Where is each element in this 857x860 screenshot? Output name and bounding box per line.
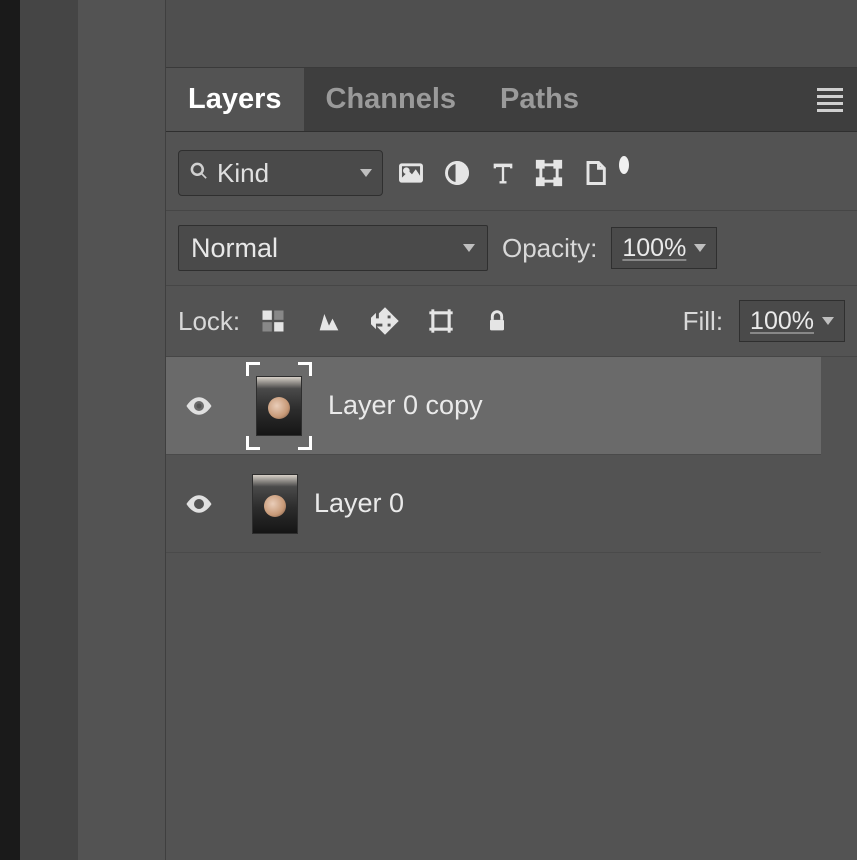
tab-paths[interactable]: Paths xyxy=(478,68,601,131)
visibility-eye-icon[interactable] xyxy=(184,391,214,421)
lock-image-pixels-icon[interactable] xyxy=(312,304,346,338)
lock-all-icon[interactable] xyxy=(480,304,514,338)
tab-layers-label: Layers xyxy=(188,83,282,116)
fill-label: Fill: xyxy=(683,306,723,337)
opacity-input[interactable]: 100% xyxy=(611,227,717,269)
tab-paths-label: Paths xyxy=(500,83,579,116)
toggle-knob-icon xyxy=(619,156,629,174)
panel-tabs: Layers Channels Paths xyxy=(166,68,857,132)
panel-menu-icon[interactable] xyxy=(817,88,857,112)
filter-kind-value: Kind xyxy=(217,158,352,189)
opacity-value: 100% xyxy=(622,234,686,263)
layers-panel: Layers Channels Paths Kind xyxy=(166,0,857,860)
layer-thumbnail[interactable] xyxy=(246,362,312,450)
layer-name-label[interactable]: Layer 0 xyxy=(314,488,404,519)
chevron-down-icon xyxy=(694,244,706,252)
lock-position-icon[interactable] xyxy=(368,304,402,338)
layers-list: Layer 0 copy Layer 0 xyxy=(166,357,857,553)
filter-pixel-layers-icon[interactable] xyxy=(393,155,429,191)
chevron-down-icon xyxy=(822,317,834,325)
lock-icons-group xyxy=(256,304,514,338)
blend-mode-dropdown[interactable]: Normal xyxy=(178,225,488,271)
lock-row: Lock: Fill: 1 xyxy=(166,286,857,357)
layer-row[interactable]: Layer 0 xyxy=(166,455,821,553)
fill-input[interactable]: 100% xyxy=(739,300,845,342)
visibility-eye-icon[interactable] xyxy=(184,489,214,519)
opacity-label: Opacity: xyxy=(502,233,597,264)
fill-value: 100% xyxy=(750,307,814,336)
blend-mode-value: Normal xyxy=(191,233,278,264)
window-edge-strip xyxy=(0,0,20,860)
lock-artboard-icon[interactable] xyxy=(424,304,458,338)
panel-gutter xyxy=(78,0,166,860)
layer-row[interactable]: Layer 0 copy xyxy=(166,357,821,455)
layer-thumbnail[interactable] xyxy=(252,474,298,534)
layers-panel-body: Kind Normal xyxy=(166,132,857,860)
chevron-down-icon xyxy=(463,244,475,252)
filter-toggle[interactable] xyxy=(615,156,629,190)
filter-shape-layers-icon[interactable] xyxy=(531,155,567,191)
lock-transparent-pixels-icon[interactable] xyxy=(256,304,290,338)
layer-filter-row: Kind xyxy=(166,132,857,211)
panel-above xyxy=(166,0,857,68)
filter-adjustment-layers-icon[interactable] xyxy=(439,155,475,191)
dock-gutter xyxy=(20,0,78,860)
layer-name-label[interactable]: Layer 0 copy xyxy=(328,390,483,421)
tab-channels-label: Channels xyxy=(326,83,457,116)
filter-type-layers-icon[interactable] xyxy=(485,155,521,191)
search-icon xyxy=(189,161,209,186)
filter-smartobject-layers-icon[interactable] xyxy=(577,155,613,191)
filter-kind-dropdown[interactable]: Kind xyxy=(178,150,383,196)
chevron-down-icon xyxy=(360,169,372,177)
lock-label: Lock: xyxy=(178,306,240,337)
blend-mode-row: Normal Opacity: 100% xyxy=(166,211,857,286)
tab-layers[interactable]: Layers xyxy=(166,68,304,131)
tab-channels[interactable]: Channels xyxy=(304,68,479,131)
